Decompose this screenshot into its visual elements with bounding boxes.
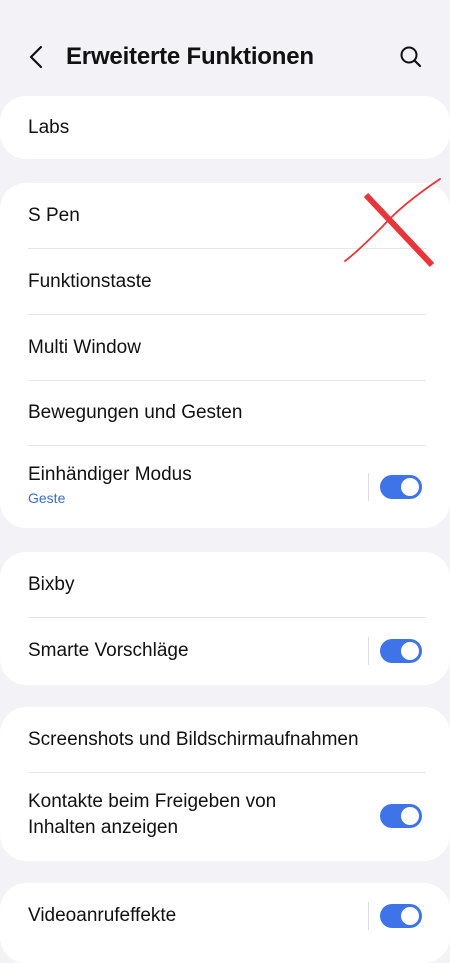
settings-item-label: Labs xyxy=(28,117,70,138)
search-icon xyxy=(400,46,422,68)
toggle-knob xyxy=(401,907,419,925)
settings-item-s-pen[interactable]: S Pen xyxy=(0,183,450,249)
toggle-knob xyxy=(401,807,419,825)
settings-item-einhaendiger-modus[interactable]: Einhändiger Modus Geste xyxy=(0,446,450,528)
einhaendiger-modus-toggle[interactable] xyxy=(380,475,422,499)
settings-item-label: Bewegungen und Gesten xyxy=(28,402,243,423)
settings-card-videoanrufeffekte: Videoanrufeffekte xyxy=(0,883,450,963)
smarte-vorschlaege-toggle[interactable] xyxy=(380,639,422,663)
settings-item-bixby[interactable]: Bixby xyxy=(0,552,450,618)
toggle-knob xyxy=(401,642,419,660)
settings-item-label: Bixby xyxy=(28,574,75,595)
search-button[interactable] xyxy=(398,44,424,70)
settings-item-bewegungen-und-gesten[interactable]: Bewegungen und Gesten xyxy=(0,381,450,446)
settings-item-label-line1: Kontakte beim Freigeben von xyxy=(28,791,277,812)
page-title: Erweiterte Funktionen xyxy=(66,43,314,70)
settings-card-screenshots: Screenshots und Bildschirmaufnahmen Kont… xyxy=(0,707,450,861)
toggle-separator xyxy=(368,637,369,665)
chevron-left-icon xyxy=(29,45,43,69)
settings-item-label: Einhändiger Modus xyxy=(28,464,192,485)
settings-item-kontakte-freigeben[interactable]: Kontakte beim Freigeben von Inhalten anz… xyxy=(0,773,450,861)
kontakte-freigeben-toggle[interactable] xyxy=(380,804,422,828)
settings-item-label: Videoanrufeffekte xyxy=(28,905,177,926)
toggle-separator xyxy=(368,902,369,930)
settings-card-bixby: Bixby Smarte Vorschläge xyxy=(0,552,450,685)
settings-card-labs: Labs xyxy=(0,96,450,159)
settings-item-videoanrufeffekte[interactable]: Videoanrufeffekte xyxy=(0,883,450,949)
settings-item-screenshots[interactable]: Screenshots und Bildschirmaufnahmen xyxy=(0,707,450,773)
settings-card-features: S Pen Funktionstaste Multi Window Bewegu… xyxy=(0,183,450,528)
settings-item-label: Screenshots und Bildschirmaufnahmen xyxy=(28,729,359,750)
toggle-separator xyxy=(368,473,369,501)
settings-item-labs[interactable]: Labs xyxy=(0,96,450,159)
settings-item-label: Multi Window xyxy=(28,337,141,358)
settings-item-smarte-vorschlaege[interactable]: Smarte Vorschläge xyxy=(0,618,450,685)
settings-item-multi-window[interactable]: Multi Window xyxy=(0,315,450,381)
settings-item-label: Smarte Vorschläge xyxy=(28,640,189,661)
toggle-knob xyxy=(401,478,419,496)
settings-item-label: Funktionstaste xyxy=(28,271,152,292)
videoanrufeffekte-toggle[interactable] xyxy=(380,904,422,928)
settings-item-funktionstaste[interactable]: Funktionstaste xyxy=(0,249,450,315)
settings-item-label-line2: Inhalten anzeigen xyxy=(28,817,179,838)
back-button[interactable] xyxy=(22,42,50,72)
settings-item-sublabel: Geste xyxy=(28,490,66,506)
top-app-bar: Erweiterte Funktionen xyxy=(0,0,450,95)
settings-item-label: S Pen xyxy=(28,205,80,226)
